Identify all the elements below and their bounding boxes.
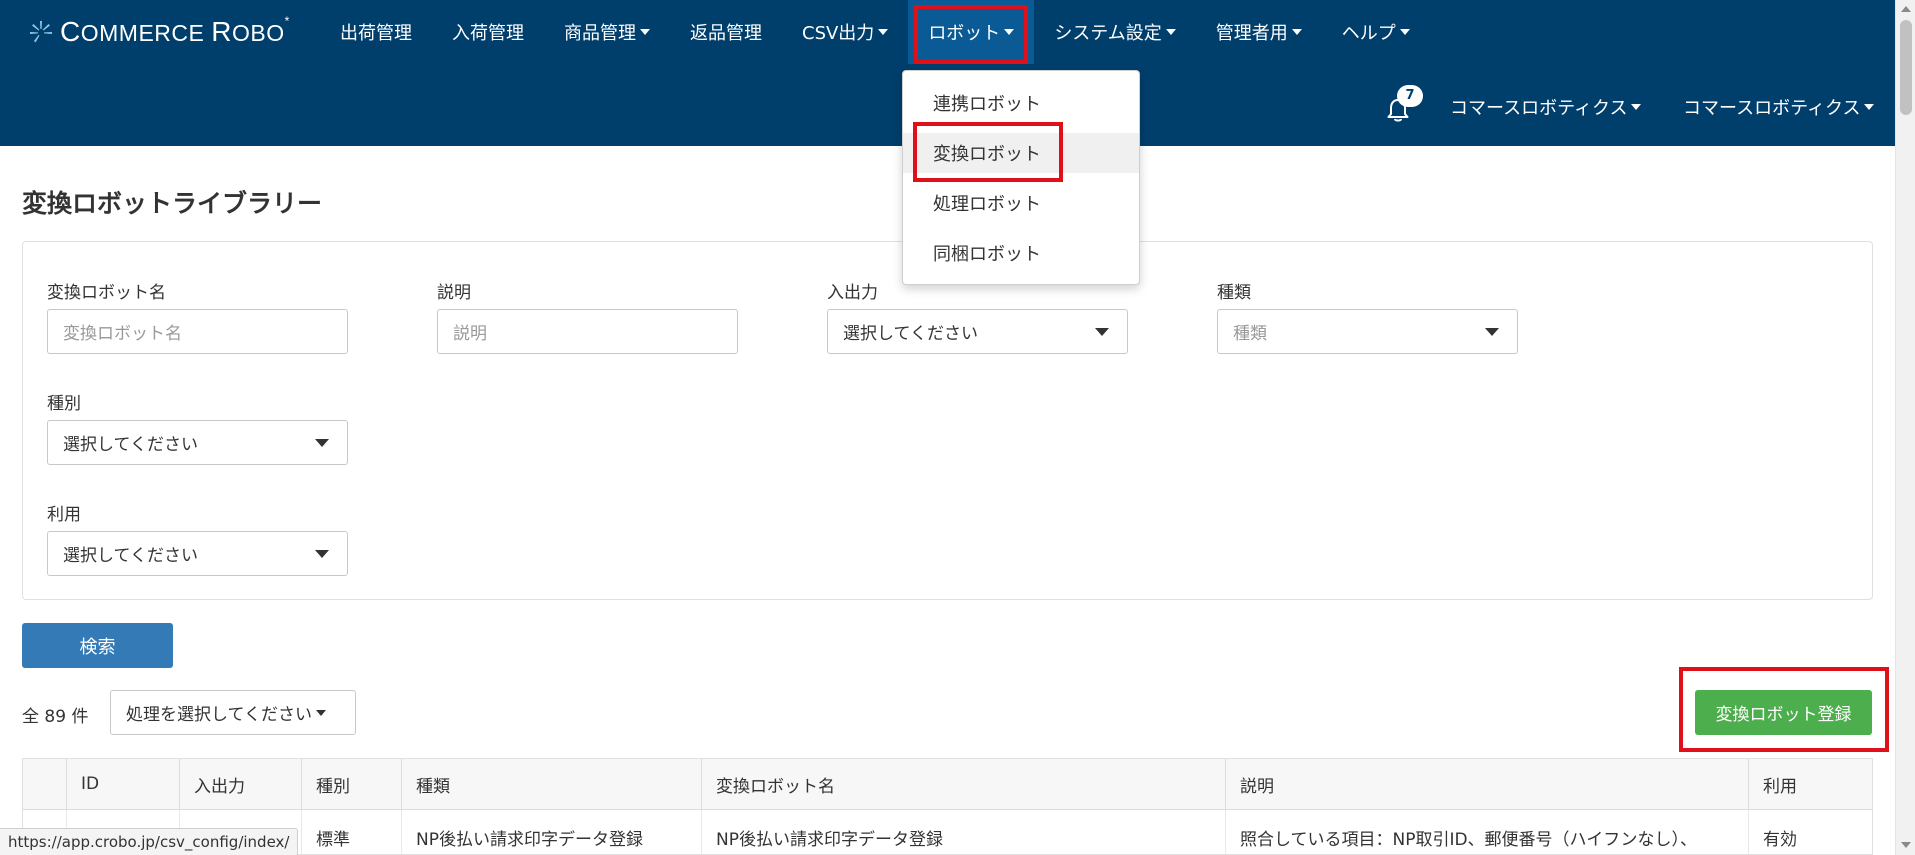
caret-down-icon (1631, 104, 1642, 110)
nav-receiving-label: 入荷管理 (452, 23, 524, 44)
vertical-scrollbar[interactable] (1895, 0, 1915, 855)
column-header-id[interactable]: ID (66, 759, 179, 809)
menu-item-label: 同梱ロボット (933, 244, 1041, 265)
result-count: 全 89 件 (22, 707, 89, 727)
column-header-usage[interactable]: 利用 (1748, 759, 1872, 809)
kind-field-label: 種類 (1217, 283, 1251, 303)
cell-name[interactable]: NP後払い請求印字データ登録 (701, 810, 1225, 854)
logo-burst-icon (30, 21, 52, 43)
nav-shipping[interactable]: 出荷管理 (320, 0, 432, 64)
dropdown-arrow-icon (1485, 328, 1499, 336)
io-select[interactable]: 選択してください (827, 309, 1128, 354)
nav-products-label: 商品管理 (564, 23, 636, 44)
column-header-kind[interactable]: 種類 (401, 759, 701, 809)
user-menu[interactable]: コマースロボティクス (1683, 94, 1875, 120)
nav-returns[interactable]: 返品管理 (670, 0, 782, 64)
io-select-value: 選択してください (843, 324, 978, 344)
caret-down-icon (878, 29, 889, 35)
menu-item-label: 処理ロボット (933, 194, 1041, 215)
nav-admin[interactable]: 管理者用 (1196, 0, 1322, 64)
robot-name-input[interactable]: 変換ロボット名 (47, 309, 348, 354)
menu-item-bundle-robot[interactable]: 同梱ロボット (903, 233, 1139, 273)
cell-kind: NP後払い請求印字データ登録 (401, 810, 701, 854)
description-field-label: 説明 (437, 283, 471, 303)
table-header: ID 入出力 種別 種類 変換ロボット名 説明 利用 (23, 759, 1872, 810)
usage-field-label: 利用 (47, 505, 81, 525)
scrollbar-thumb[interactable] (1900, 20, 1912, 115)
scroll-down-arrow-icon[interactable] (1901, 842, 1911, 848)
nav-system-settings[interactable]: システム設定 (1034, 0, 1195, 64)
column-header-category[interactable]: 種別 (301, 759, 401, 809)
usage-select[interactable]: 選択してください (47, 531, 348, 576)
table-row[interactable]: 標準 NP後払い請求印字データ登録 NP後払い請求印字データ登録 照合している項… (23, 810, 1872, 854)
name-field-label: 変換ロボット名 (47, 283, 166, 303)
company-menu-label: コマースロボティクス (1450, 98, 1628, 119)
menu-item-converter-robot[interactable]: 変換ロボット (903, 133, 1139, 173)
nav-returns-label: 返品管理 (690, 23, 762, 44)
dropdown-arrow-icon (1095, 328, 1109, 336)
main-nav: 出荷管理 入荷管理 商品管理 返品管理 CSV出力 ロボット システム設定 管理… (320, 0, 1430, 64)
logo-text: COMMERCE ROBO* (60, 14, 290, 47)
column-header-io[interactable]: 入出力 (179, 759, 301, 809)
dropdown-arrow-icon (315, 439, 329, 447)
kind-select-placeholder: 種類 (1233, 324, 1267, 344)
add-converter-robot-button[interactable]: 変換ロボット登録 (1695, 690, 1872, 735)
select-all-column[interactable] (23, 759, 66, 809)
menu-item-label: 連携ロボット (933, 94, 1041, 115)
caret-down-icon (315, 709, 326, 716)
nav-products[interactable]: 商品管理 (544, 0, 670, 64)
notification-count-badge: 7 (1397, 85, 1423, 107)
caret-down-icon (1165, 29, 1176, 35)
menu-item-label: 変換ロボット (933, 144, 1041, 165)
nav-robot[interactable]: ロボット (908, 0, 1035, 64)
scroll-up-arrow-icon[interactable] (1901, 6, 1911, 12)
menu-item-processing-robot[interactable]: 処理ロボット (903, 183, 1139, 223)
robot-table: ID 入出力 種別 種類 変換ロボット名 説明 利用 標準 NP後払い請求印字デ… (22, 758, 1873, 855)
caret-down-icon (640, 29, 650, 35)
user-menu-label: コマースロボティクス (1683, 98, 1861, 119)
cell-usage: 有効 (1748, 810, 1872, 854)
nav-receiving[interactable]: 入荷管理 (432, 0, 544, 64)
bulk-action-label: 処理を選択してください (126, 705, 312, 725)
io-field-label: 入出力 (827, 283, 878, 303)
nav-shipping-label: 出荷管理 (340, 23, 412, 44)
robot-name-placeholder: 変換ロボット名 (63, 324, 182, 344)
nav-system-settings-label: システム設定 (1054, 23, 1162, 44)
page-title: 変換ロボットライブラリー (22, 189, 323, 218)
company-menu[interactable]: コマースロボティクス (1450, 94, 1642, 120)
nav-csv-export[interactable]: CSV出力 (782, 0, 908, 64)
menu-item-linkage-robot[interactable]: 連携ロボット (903, 83, 1139, 123)
robot-dropdown-menu: 連携ロボット 変換ロボット 処理ロボット 同梱ロボット (902, 70, 1140, 285)
nav-csv-export-label: CSV出力 (802, 23, 875, 44)
status-bar-url: https://app.crobo.jp/csv_config/index/ (0, 828, 299, 855)
dropdown-arrow-icon (315, 550, 329, 558)
search-panel: 変換ロボット名 変換ロボット名 説明 説明 入出力 選択してください 種類 種類… (22, 241, 1873, 600)
cell-category: 標準 (301, 810, 401, 854)
nav-help[interactable]: ヘルプ (1322, 0, 1430, 64)
description-placeholder: 説明 (453, 324, 487, 344)
commerce-robo-logo[interactable]: COMMERCE ROBO* (28, 14, 290, 48)
search-button[interactable]: 検索 (22, 623, 173, 668)
category-select[interactable]: 選択してください (47, 420, 348, 465)
kind-select[interactable]: 種類 (1217, 309, 1518, 354)
bulk-action-select[interactable]: 処理を選択してください (110, 690, 356, 735)
caret-down-icon (1291, 29, 1302, 35)
caret-down-icon (1399, 29, 1410, 35)
column-header-name[interactable]: 変換ロボット名 (701, 759, 1225, 809)
nav-admin-label: 管理者用 (1215, 23, 1288, 44)
category-field-label: 種別 (47, 394, 81, 414)
column-header-description[interactable]: 説明 (1225, 759, 1748, 809)
caret-down-icon (1864, 104, 1875, 110)
cell-description: 照合している項目：NP取引ID、郵便番号（ハイフンなし）、 (1225, 810, 1748, 854)
description-input[interactable]: 説明 (437, 309, 738, 354)
nav-robot-highlight (914, 5, 1029, 64)
nav-help-label: ヘルプ (1341, 23, 1396, 44)
category-select-value: 選択してください (63, 435, 198, 455)
usage-select-value: 選択してください (63, 546, 198, 566)
